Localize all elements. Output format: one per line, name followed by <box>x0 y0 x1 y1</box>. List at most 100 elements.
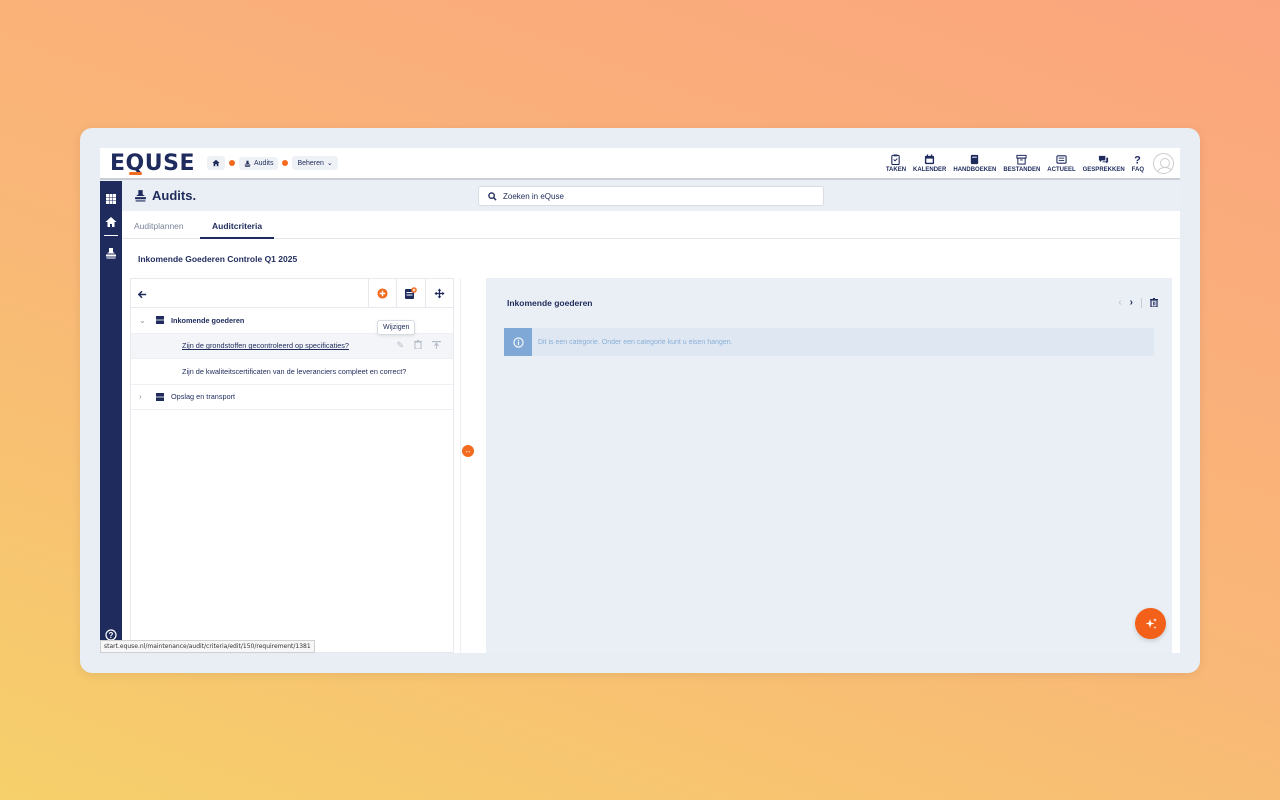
home-icon <box>212 159 220 167</box>
active-tab-indicator <box>200 237 274 239</box>
panel-splitter[interactable] <box>460 278 470 653</box>
audit-title: Inkomende Goederen Controle Q1 2025 <box>138 254 298 264</box>
chevron-down-icon: ⌄ <box>326 160 333 167</box>
tab-bar: Auditplannen Auditcriteria <box>122 211 1180 239</box>
breadcrumb-audits[interactable]: Audits <box>238 156 279 170</box>
add-document-icon <box>405 286 417 299</box>
newspaper-icon <box>1056 154 1067 164</box>
info-icon <box>504 328 532 356</box>
logo-letter-q: Q <box>125 150 145 176</box>
search-icon <box>488 191 497 201</box>
tree-item-label: Zijn de kwaliteitscertificaten van de le… <box>182 366 407 376</box>
info-alert: Dit is een categorie. Onder een categori… <box>504 328 1154 356</box>
edit-tooltip: Wijzigen <box>377 320 416 335</box>
nav-actueel[interactable]: ACTUEEL <box>1047 154 1076 173</box>
move-button[interactable] <box>425 279 453 307</box>
trash-icon[interactable] <box>1150 298 1158 307</box>
chevron-right-icon[interactable]: › <box>139 392 142 401</box>
book-icon <box>971 154 979 164</box>
top-navigation: TAKEN KALENDER HANDBOEKEN BESTANDEN ACTU… <box>886 148 1144 178</box>
ai-assistant-button[interactable] <box>1135 608 1166 639</box>
page-title-text: Audits. <box>152 188 197 203</box>
svg-text:?: ? <box>109 631 114 640</box>
move-arrows-icon <box>434 287 445 299</box>
tree-toolbar <box>131 279 453 308</box>
apps-grid-icon[interactable] <box>105 193 117 205</box>
chevron-down-icon[interactable]: ⌄ <box>139 316 146 325</box>
row-actions: ✎ <box>396 340 441 351</box>
tab-auditplannen[interactable]: Auditplannen <box>134 221 184 231</box>
trash-icon[interactable] <box>414 340 422 351</box>
breadcrumb-separator-icon <box>282 160 289 166</box>
stamp-icon <box>244 160 251 167</box>
top-bar: E Q USE Audits Beheren ⌄ TAKEN KALENDER … <box>100 148 1180 180</box>
logo-letter-e: E <box>110 150 126 176</box>
equse-logo[interactable]: E Q USE <box>110 151 195 176</box>
clipboard-icon <box>891 153 901 165</box>
breadcrumb-manage-label: Beheren <box>297 159 324 167</box>
detail-title: Inkomende goederen <box>507 298 593 308</box>
stamp-icon <box>135 190 146 202</box>
stamp-icon[interactable] <box>105 247 117 259</box>
arrow-left-icon <box>137 290 147 299</box>
pencil-icon[interactable]: ✎ <box>396 340 404 351</box>
tree-item-requirement[interactable]: Zijn de kwaliteitscertificaten van de le… <box>131 359 453 385</box>
back-button[interactable] <box>137 287 148 305</box>
main-content: Auditplannen Auditcriteria Inkomende Goe… <box>122 211 1180 653</box>
chat-icon <box>1099 155 1109 164</box>
status-bar-url: start.equse.nl/maintenance/audit/criteri… <box>100 640 315 653</box>
svg-text:?: ? <box>1134 154 1141 164</box>
nav-handboeken[interactable]: HANDBOEKEN <box>953 154 996 173</box>
tree-item-label: Inkomende goederen <box>171 315 245 325</box>
chevron-right-icon[interactable]: › <box>1130 297 1133 308</box>
tab-auditcriteria[interactable]: Auditcriteria <box>212 221 262 231</box>
detail-panel: Inkomende goederen ‹ › Dit is een catego… <box>486 278 1172 653</box>
criteria-tree-panel: ⌄ Inkomende goederen Zijn de grondstoffe… <box>130 278 454 653</box>
tree-item-category[interactable]: › Opslag en transport <box>131 385 453 410</box>
sparkles-icon <box>1145 617 1157 629</box>
app-window: E Q USE Audits Beheren ⌄ TAKEN KALENDER … <box>80 128 1200 673</box>
plus-circle-icon <box>377 287 388 299</box>
nav-bestanden[interactable]: BESTANDEN <box>1003 154 1040 173</box>
nav-taken-label: TAKEN <box>885 166 907 173</box>
user-avatar[interactable] <box>1153 153 1174 174</box>
search-input[interactable]: Zoeken in eQuse <box>478 186 824 206</box>
chevron-left-icon[interactable]: ‹ <box>1118 297 1121 308</box>
nav-handboeken-label: HANDBOEKEN <box>953 166 997 173</box>
app: E Q USE Audits Beheren ⌄ TAKEN KALENDER … <box>100 148 1180 653</box>
nav-faq[interactable]: ? FAQ <box>1131 154 1144 173</box>
calendar-icon <box>925 153 935 164</box>
divider <box>1141 297 1142 308</box>
nav-actueel-label: ACTUEEL <box>1047 166 1076 173</box>
tree-item-requirement[interactable]: Zijn de grondstoffen gecontroleerd op sp… <box>131 333 453 359</box>
question-icon: ? <box>1134 154 1141 164</box>
detail-nav: ‹ › <box>1118 297 1158 308</box>
nav-gesprekken-label: GESPREKKEN <box>1082 166 1125 173</box>
tree-item-label[interactable]: Zijn de grondstoffen gecontroleerd op sp… <box>182 341 349 350</box>
nav-gesprekken[interactable]: GESPREKKEN <box>1083 154 1125 173</box>
breadcrumb-separator-icon <box>228 160 235 166</box>
info-text: Dit is een categorie. Onder een categori… <box>538 338 733 346</box>
filter-icon[interactable] <box>432 340 441 351</box>
nav-bestanden-label: BESTANDEN <box>1003 166 1041 173</box>
add-requirement-button[interactable] <box>396 279 424 307</box>
nav-kalender[interactable]: KALENDER <box>913 153 947 173</box>
search-placeholder: Zoeken in eQuse <box>503 191 564 201</box>
add-category-button[interactable] <box>368 279 396 307</box>
category-icon <box>156 316 164 325</box>
home-icon[interactable] <box>105 216 117 228</box>
breadcrumb: Audits Beheren ⌄ <box>206 156 338 170</box>
breadcrumb-home[interactable] <box>206 156 225 170</box>
nav-kalender-label: KALENDER <box>913 166 947 173</box>
page-title: Audits. <box>134 188 196 203</box>
tree-item-label: Opslag en transport <box>171 392 236 402</box>
breadcrumb-manage-dropdown[interactable]: Beheren ⌄ <box>292 156 338 170</box>
nav-faq-label: FAQ <box>1131 166 1144 173</box>
logo-letters-use: USE <box>144 150 195 176</box>
nav-taken[interactable]: TAKEN <box>885 153 907 173</box>
sidebar-divider <box>104 235 118 236</box>
resize-handle-icon[interactable]: ↔ <box>462 445 474 457</box>
archive-icon <box>1016 154 1027 165</box>
breadcrumb-audits-label: Audits <box>253 159 274 167</box>
left-sidebar: ? <box>100 181 122 653</box>
